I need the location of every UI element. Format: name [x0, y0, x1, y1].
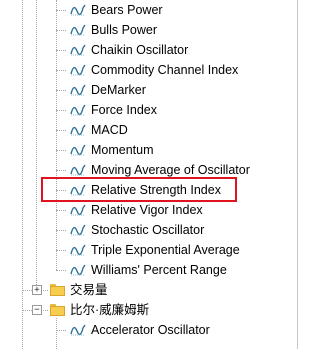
indicator-label: Bulls Power — [91, 23, 157, 37]
indicator-icon — [70, 264, 86, 276]
indicator-icon — [70, 204, 86, 216]
tree-folder-bill-williams[interactable]: − 比尔·威廉姆斯 — [0, 300, 296, 320]
tree-connector — [56, 250, 66, 251]
tree-connector — [56, 70, 66, 71]
tree-item-indicator[interactable]: Chaikin Oscillator — [0, 40, 296, 60]
tree-item-indicator[interactable]: Accelerator Oscillator — [0, 320, 296, 340]
tree-item-indicator[interactable]: Stochastic Oscillator — [0, 220, 296, 240]
tree-item-indicator[interactable]: Commodity Channel Index — [0, 60, 296, 80]
navigator-tree: Bears Power Bulls Power Chaikin Oscillator… — [0, 0, 301, 349]
indicator-icon — [70, 44, 86, 56]
indicator-label: Triple Exponential Average — [91, 243, 240, 257]
tree-folder-label: 比尔·威廉姆斯 — [70, 303, 150, 317]
highlight-rectangle — [41, 177, 237, 202]
panel-border — [297, 0, 298, 349]
indicator-label: Accelerator Oscillator — [91, 323, 210, 337]
indicator-icon — [70, 24, 86, 36]
indicator-label: MACD — [91, 123, 128, 137]
indicator-label: Momentum — [91, 143, 154, 157]
tree-item-indicator[interactable]: Momentum — [0, 140, 296, 160]
indicator-icon — [70, 64, 86, 76]
indicator-label: DeMarker — [91, 83, 146, 97]
tree-item-indicator[interactable]: DeMarker — [0, 80, 296, 100]
tree-connector — [56, 90, 66, 91]
tree-connector — [56, 50, 66, 51]
tree-folder-label: 交易量 — [70, 283, 108, 297]
tree-item-indicator[interactable]: Williams' Percent Range — [0, 260, 296, 280]
indicator-icon — [70, 164, 86, 176]
indicator-icon — [70, 244, 86, 256]
tree-item-indicator[interactable]: Relative Vigor Index — [0, 200, 296, 220]
indicator-label: Williams' Percent Range — [91, 263, 227, 277]
indicator-label: Bears Power — [91, 3, 163, 17]
tree-connector — [56, 150, 66, 151]
tree-connector — [56, 30, 66, 31]
indicator-label: Stochastic Oscillator — [91, 223, 205, 237]
tree-connector — [56, 210, 66, 211]
tree-item-indicator[interactable]: Triple Exponential Average — [0, 240, 296, 260]
tree-connector — [56, 10, 66, 11]
indicator-icon — [70, 144, 86, 156]
tree-connector — [56, 110, 66, 111]
indicator-label: Commodity Channel Index — [91, 63, 239, 77]
tree-item-indicator[interactable]: MACD — [0, 120, 296, 140]
tree-connector — [56, 130, 66, 131]
indicator-icon — [70, 224, 86, 236]
folder-icon — [50, 284, 65, 296]
collapse-icon[interactable]: − — [32, 305, 42, 315]
tree-folder-volumes[interactable]: + 交易量 — [0, 280, 296, 300]
indicator-icon — [70, 104, 86, 116]
indicator-label: Force Index — [91, 103, 158, 117]
indicator-label: Relative Vigor Index — [91, 203, 203, 217]
tree-item-indicator[interactable]: Bears Power — [0, 0, 296, 20]
tree-connector — [56, 170, 66, 171]
indicator-label: Chaikin Oscillator — [91, 43, 189, 57]
indicator-icon — [70, 4, 86, 16]
indicator-icon — [70, 124, 86, 136]
folder-icon — [50, 304, 65, 316]
tree-item-indicator[interactable]: Bulls Power — [0, 20, 296, 40]
expand-icon[interactable]: + — [32, 285, 42, 295]
tree-connector — [56, 330, 66, 331]
indicator-icon — [70, 84, 86, 96]
tree-item-indicator[interactable]: Force Index — [0, 100, 296, 120]
tree-connector — [56, 230, 66, 231]
tree-connector — [56, 0, 57, 270]
tree-connector — [56, 270, 66, 271]
indicator-icon — [70, 324, 86, 336]
